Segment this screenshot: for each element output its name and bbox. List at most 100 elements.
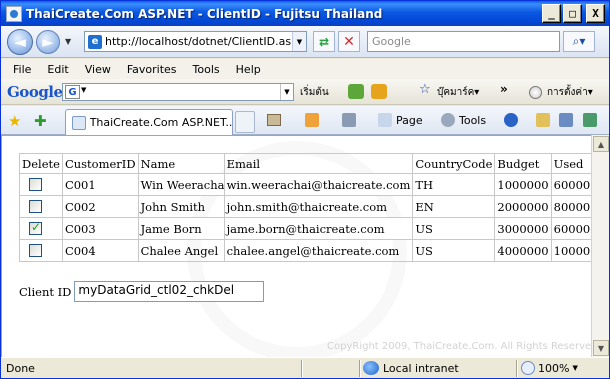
history-dropdown-icon[interactable]: ▼ xyxy=(65,37,71,46)
refresh-button[interactable]: ⇄ xyxy=(313,31,335,52)
address-input[interactable]: http://localhost/dotnet/ClientID.aspx xyxy=(105,35,292,48)
cell-customerid: C004 xyxy=(61,239,139,262)
tab-thaicreate[interactable]: ThaiCreate.Com ASP.NET... xyxy=(65,109,233,135)
forward-button[interactable]: ► xyxy=(36,30,60,54)
cell-customerid: C003 xyxy=(61,217,139,240)
google-g-icon: G xyxy=(65,85,80,99)
tab-label: ThaiCreate.Com ASP.NET... xyxy=(89,116,232,129)
delete-checkbox[interactable] xyxy=(29,200,42,213)
column-header-customerid: CustomerID xyxy=(61,153,139,174)
cell-countrycode: US xyxy=(412,217,496,240)
cell-customerid: C001 xyxy=(61,173,139,196)
feeds-icon[interactable] xyxy=(305,113,319,127)
back-button[interactable]: ◄ xyxy=(7,29,33,55)
cell-budget: 4000000 xyxy=(494,239,552,262)
cell-budget: 2000000 xyxy=(494,195,552,218)
delete-checkbox[interactable] xyxy=(29,220,42,235)
column-header-budget: Budget xyxy=(494,153,552,174)
help-icon[interactable] xyxy=(504,113,518,127)
delete-checkbox[interactable] xyxy=(29,178,42,191)
globe-icon xyxy=(363,361,379,375)
add-favorites-icon[interactable]: ✚ xyxy=(34,112,47,130)
client-id-row: Client ID myDataGrid_ctl02_chkDel xyxy=(19,281,265,302)
home-icon[interactable] xyxy=(267,114,281,126)
page-content: Delete CustomerID Name Email CountryCode… xyxy=(1,135,601,361)
menu-edit[interactable]: Edit xyxy=(39,63,76,76)
stop-button[interactable]: ✕ xyxy=(338,31,360,52)
cell-countrycode: TH xyxy=(412,173,496,196)
column-header-delete: Delete xyxy=(19,153,63,174)
navigation-bar: ◄ ► ▼ e http://localhost/dotnet/ClientID… xyxy=(1,26,609,58)
status-bar: Done Local intranet 100% ▼ xyxy=(1,357,609,378)
scroll-up-arrow-icon[interactable]: ▲ xyxy=(593,136,609,152)
window-title: ThaiCreate.Com ASP.NET - ClientID - Fuji… xyxy=(26,6,383,21)
security-zone[interactable]: Local intranet xyxy=(363,361,459,375)
translate-icon[interactable] xyxy=(559,113,573,127)
zoom-level: 100% xyxy=(538,361,570,375)
scroll-down-arrow-icon[interactable]: ▼ xyxy=(593,340,609,356)
cell-email: john.smith@thaicreate.com xyxy=(223,195,414,218)
address-dropdown-icon[interactable]: ▼ xyxy=(292,32,306,51)
google-toolbar: Google G ▼ ▼ เริ่มต้น ☆ บุ๊คมาร์ค▾ » การ… xyxy=(1,79,609,105)
cell-countrycode: US xyxy=(412,239,496,262)
table-row: C002 John Smith john.smith@thaicreate.co… xyxy=(19,195,601,218)
column-header-name: Name xyxy=(137,153,225,174)
table-row: C003 Jame Born jame.born@thaicreate.com … xyxy=(19,217,601,240)
print-icon[interactable] xyxy=(342,113,356,127)
table-row: C004 Chalee Angel chalee.angel@thaicreat… xyxy=(19,239,601,262)
status-text: Done xyxy=(6,361,35,375)
command-bar: ★ ✚ ThaiCreate.Com ASP.NET... Page Tools xyxy=(1,106,609,135)
close-button[interactable]: X xyxy=(586,4,605,23)
page-menu-button[interactable]: Page xyxy=(396,114,423,127)
new-tab-button[interactable] xyxy=(235,111,255,133)
minimize-button[interactable]: _ xyxy=(542,4,561,23)
popup-blocker-icon[interactable] xyxy=(371,84,387,99)
google-bookmarks-button[interactable]: บุ๊คมาร์ค▾ xyxy=(437,85,479,100)
favorites-center-icon[interactable]: ★ xyxy=(8,112,21,130)
cell-name: Win Weerachai xyxy=(137,173,225,196)
cell-email: jame.born@thaicreate.com xyxy=(223,217,414,240)
browser-window: ThaiCreate.Com ASP.NET - ClientID - Fuji… xyxy=(0,0,610,379)
research-icon[interactable] xyxy=(536,113,550,127)
more-chevron-icon[interactable]: » xyxy=(500,82,508,96)
google-start-button[interactable]: เริ่มต้น xyxy=(300,85,329,100)
ie-page-icon xyxy=(6,5,22,22)
tools-gear-icon xyxy=(441,113,455,127)
address-bar[interactable]: e http://localhost/dotnet/ClientID.aspx … xyxy=(84,31,307,52)
tools-menu-button[interactable]: Tools xyxy=(459,114,486,127)
menu-file[interactable]: File xyxy=(5,63,39,76)
google-search-dropdown-icon[interactable]: ▼ xyxy=(280,84,293,100)
search-button[interactable]: ⌕▾ xyxy=(563,31,595,52)
menu-help[interactable]: Help xyxy=(228,63,269,76)
menu-favorites[interactable]: Favorites xyxy=(119,63,185,76)
zone-label: Local intranet xyxy=(383,361,459,375)
menu-tools[interactable]: Tools xyxy=(185,63,228,76)
status-divider xyxy=(301,360,302,377)
blog-icon[interactable] xyxy=(583,113,597,127)
cell-budget: 3000000 xyxy=(494,217,552,240)
menu-view[interactable]: View xyxy=(77,63,119,76)
zoom-control[interactable]: 100% ▼ xyxy=(521,361,578,375)
vertical-scrollbar[interactable]: ▲ ▼ xyxy=(591,135,609,357)
image-icon[interactable] xyxy=(348,84,364,99)
menu-bar: File Edit View Favorites Tools Help xyxy=(1,59,609,79)
zoom-icon xyxy=(521,361,535,375)
ie-page-icon: e xyxy=(88,34,102,49)
maximize-button[interactable]: □ xyxy=(563,4,582,23)
cell-name: Chalee Angel xyxy=(137,239,225,262)
copyright-watermark: CopyRight 2009, ThaiCreate.Com. All Righ… xyxy=(327,341,601,352)
google-logo: Google xyxy=(7,83,63,101)
chevron-down-icon[interactable]: ▼ xyxy=(81,86,86,94)
cell-countrycode: EN xyxy=(412,195,496,218)
delete-checkbox[interactable] xyxy=(29,244,42,257)
status-divider xyxy=(359,360,360,377)
table-row: C001 Win Weerachai win.weerachai@thaicre… xyxy=(19,173,601,196)
window-controls: _ □ X xyxy=(542,4,605,23)
google-search-box[interactable]: G ▼ ▼ xyxy=(62,83,294,101)
cell-budget: 1000000 xyxy=(494,173,552,196)
status-divider xyxy=(516,360,517,377)
google-settings-button[interactable]: การตั้งค่า▾ xyxy=(547,85,593,100)
client-id-field[interactable]: myDataGrid_ctl02_chkDel xyxy=(74,281,265,302)
search-input[interactable]: Google xyxy=(367,31,560,52)
column-header-email: Email xyxy=(223,153,414,174)
